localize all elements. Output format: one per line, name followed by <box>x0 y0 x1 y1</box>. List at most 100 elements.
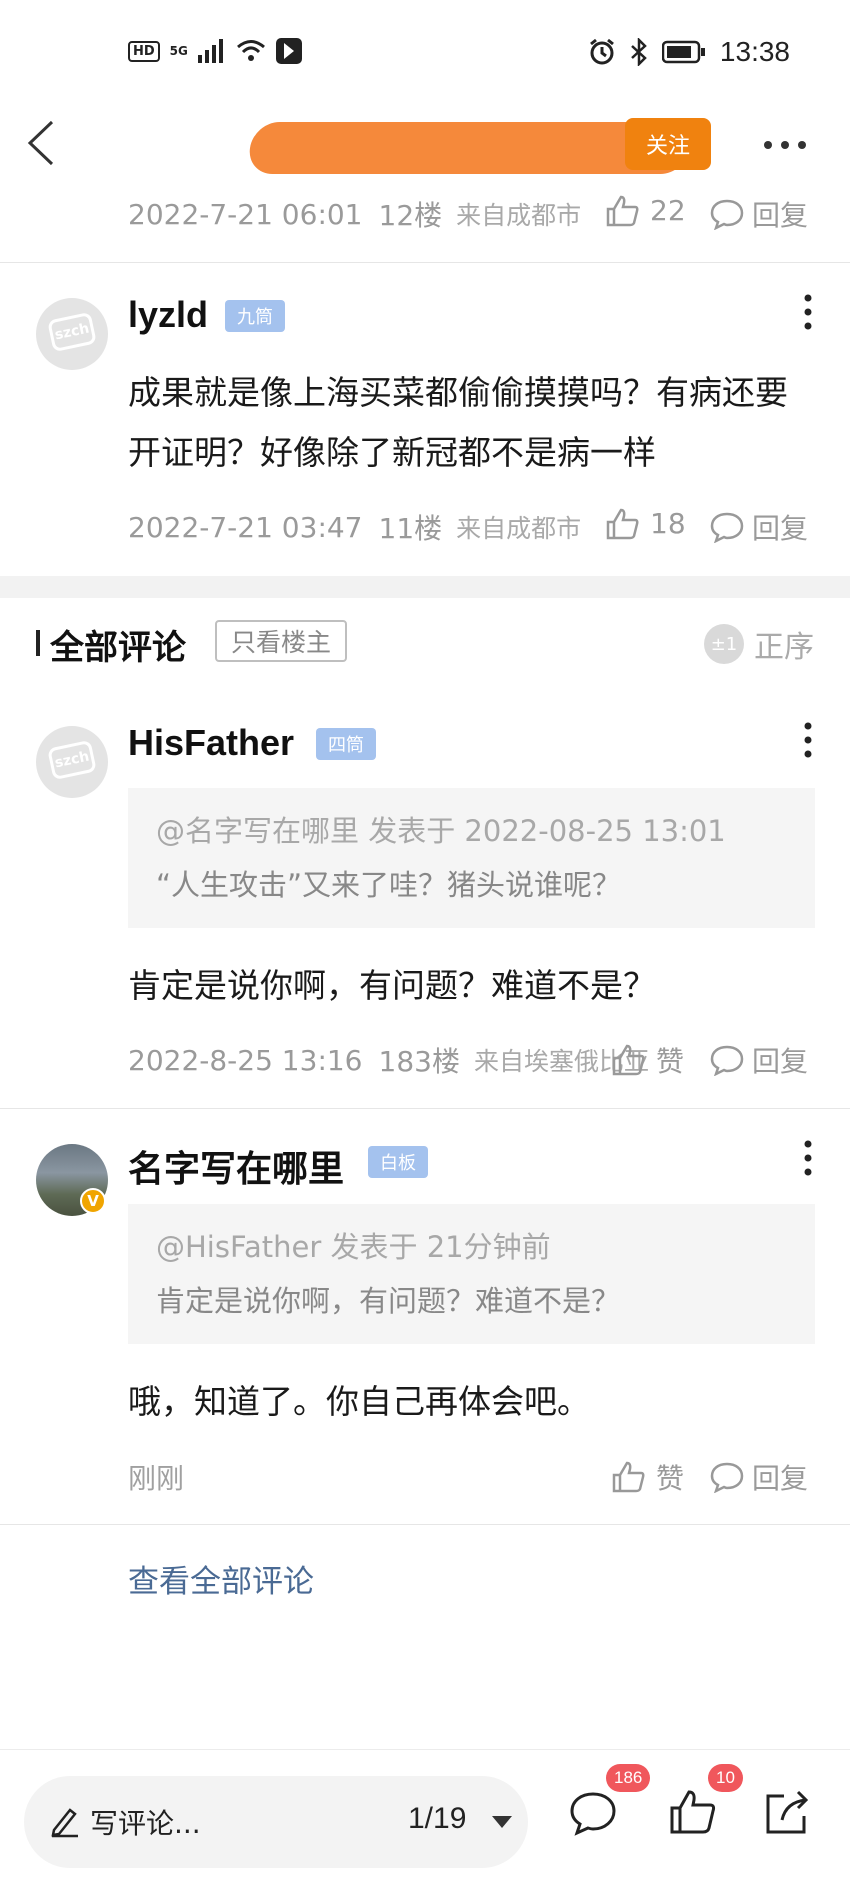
username[interactable]: lyzld <box>128 294 208 336</box>
like-button[interactable]: 22 <box>606 194 686 227</box>
bottom-bar: 写评论... 1/19 186 10 <box>0 1749 850 1889</box>
section-marker <box>36 630 40 656</box>
avatar-logo: szch <box>47 311 97 353</box>
comment-meta: 2022-7-21 03:47 11楼 来自成都市 <box>128 507 581 547</box>
floor-number: 12楼 <box>378 199 443 232</box>
comment-menu-button[interactable] <box>793 292 823 332</box>
caret-down-icon[interactable] <box>492 1816 512 1828</box>
avatar[interactable]: szch <box>36 726 108 798</box>
status-left: HD 5G <box>128 38 302 64</box>
thumbs-up-icon <box>606 195 639 226</box>
sort-toggle[interactable]: ±1 正序 <box>704 622 814 666</box>
reply-label: 回复 <box>752 1045 809 1078</box>
level-badge: 四筒 <box>316 728 376 760</box>
battery-icon <box>661 40 705 64</box>
thumbs-up-icon <box>612 1461 645 1493</box>
page-indicator[interactable]: 1/19 <box>408 1802 466 1836</box>
reply-button[interactable]: 回复 <box>710 1040 808 1080</box>
comment-bubble-icon <box>710 1045 744 1076</box>
comment-date: 2022-7-21 03:47 <box>128 510 363 544</box>
comment-date: 2022-7-21 06:01 <box>128 197 363 231</box>
thumbs-up-icon <box>612 1044 645 1076</box>
avatar[interactable]: szch <box>36 298 108 370</box>
location: 来自成都市 <box>456 201 582 230</box>
level-badge: 九筒 <box>225 300 285 332</box>
like-button[interactable]: 18 <box>606 507 686 540</box>
reply-button[interactable]: 回复 <box>710 194 808 234</box>
thumbs-up-icon <box>606 508 639 539</box>
view-all-comments-link[interactable]: 查看全部评论 <box>128 1556 314 1601</box>
back-button[interactable] <box>22 118 62 168</box>
bluetooth-icon <box>631 38 647 66</box>
comment-placeholder: 写评论... <box>90 1807 201 1840</box>
divider <box>0 1108 850 1109</box>
more-dots-icon <box>764 141 806 149</box>
comment-bubble-icon <box>710 199 744 230</box>
like-label: 赞 <box>656 1045 685 1078</box>
vertical-dots-icon <box>804 722 812 758</box>
share-button[interactable] <box>762 1788 812 1838</box>
comment-bubble-icon <box>570 1792 616 1836</box>
share-icon <box>766 1790 809 1834</box>
like-button[interactable]: 赞 <box>612 1457 684 1497</box>
chevron-left-icon <box>27 120 54 166</box>
section-title: 全部评论 <box>50 628 186 668</box>
status-bar: HD 5G 13:38 <box>0 0 850 100</box>
clock: 13:38 <box>719 36 790 67</box>
comment-text: 肯定是说你啊，有问题？难道不是？ <box>128 966 656 1005</box>
divider <box>0 1524 850 1525</box>
comment-date: 2022-8-25 13:16 <box>128 1043 363 1077</box>
hd-icon: HD <box>128 40 160 62</box>
pencil-icon <box>51 1808 78 1838</box>
level-badge: 白板 <box>368 1146 428 1178</box>
comment-meta: 2022-8-25 13:16 183楼 来自埃塞俄比亚 <box>128 1040 649 1080</box>
quote-body: “人生攻击”又来了哇？猪头说谁呢？ <box>156 868 622 902</box>
reply-label: 回复 <box>752 199 809 232</box>
reply-button[interactable]: 回复 <box>710 507 808 547</box>
signal-icon <box>197 39 223 63</box>
more-options-button[interactable] <box>760 130 810 160</box>
comment-count-badge: 186 <box>606 1764 651 1792</box>
like-count-badge: 10 <box>708 1764 743 1792</box>
comment-menu-button[interactable] <box>793 720 823 760</box>
username[interactable]: HisFather <box>128 722 294 764</box>
divider <box>0 262 850 263</box>
floor-number: 11楼 <box>378 512 443 545</box>
comments-section-header: 全部评论 只看楼主 ±1 正序 <box>0 616 850 672</box>
top-nav: 关注 <box>0 100 850 190</box>
thumbs-up-icon <box>670 1790 716 1834</box>
location: 来自成都市 <box>456 514 582 543</box>
like-count: 18 <box>650 507 686 540</box>
sort-icon: ±1 <box>704 624 744 664</box>
verified-badge: V <box>80 1188 106 1214</box>
sort-label: 正序 <box>754 630 814 665</box>
quoted-comment: @HisFather 发表于 21分钟前 肯定是说你啊，有问题？难道不是？ <box>128 1204 815 1344</box>
like-button[interactable]: 赞 <box>612 1040 684 1080</box>
comment-meta: 2022-7-21 06:01 12楼 来自成都市 <box>128 194 581 234</box>
comment-bubble-icon <box>710 1462 744 1493</box>
like-post-button[interactable] <box>668 1788 718 1838</box>
only-op-filter[interactable]: 只看楼主 <box>215 620 348 662</box>
alarm-icon <box>589 38 614 65</box>
section-separator <box>0 576 850 598</box>
comment-bubble-icon <box>710 512 744 543</box>
quote-body: 肯定是说你啊，有问题？难道不是？ <box>156 1284 621 1318</box>
vertical-dots-icon <box>804 1140 812 1176</box>
write-comment-input[interactable]: 写评论... 1/19 <box>24 1776 528 1868</box>
quote-header: @HisFather 发表于 21分钟前 <box>156 1230 551 1264</box>
username[interactable]: 名字写在哪里 <box>128 1140 344 1192</box>
follow-button[interactable]: 关注 <box>625 118 711 170</box>
quoted-comment: @名字写在哪里 发表于 2022-08-25 13:01 “人生攻击”又来了哇？… <box>128 788 815 928</box>
reply-button[interactable]: 回复 <box>710 1457 808 1497</box>
comments-button[interactable] <box>568 1788 618 1838</box>
comment-text: 哦，知道了。你自己再体会吧。 <box>128 1382 590 1421</box>
like-count: 22 <box>650 194 686 227</box>
network-type: 5G <box>169 44 188 58</box>
comment-text: 成果就是像上海买菜都偷偷摸摸吗？有病还要开证明？好像除了新冠都不是病一样 <box>128 373 788 472</box>
reply-label: 回复 <box>752 512 809 545</box>
floor-number: 183楼 <box>378 1045 460 1078</box>
avatar-logo: szch <box>47 739 97 781</box>
comment-menu-button[interactable] <box>793 1138 823 1178</box>
vertical-dots-icon <box>804 294 812 330</box>
quote-header: @名字写在哪里 发表于 2022-08-25 13:01 <box>156 814 726 848</box>
